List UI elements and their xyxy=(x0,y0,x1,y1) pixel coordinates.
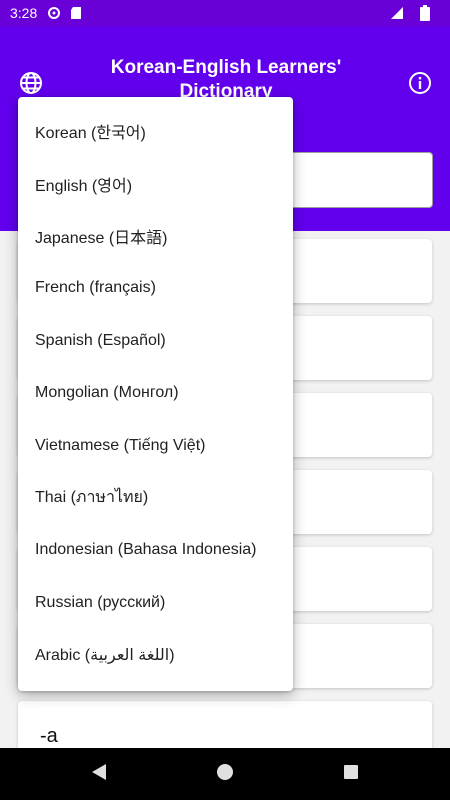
menu-item-thai[interactable]: Thai (ภาษาไทย) xyxy=(18,472,293,524)
home-button[interactable] xyxy=(215,763,235,786)
signal-icon xyxy=(390,6,404,20)
back-button[interactable] xyxy=(89,763,109,786)
list-item-word: -a xyxy=(40,725,58,747)
list-item[interactable]: -a xyxy=(18,701,432,748)
menu-item-russian[interactable]: Russian (русский) xyxy=(18,577,293,629)
app-title: Korean-English Learners' Dictionary xyxy=(110,57,342,100)
menu-item-spanish[interactable]: Spanish (Español) xyxy=(18,315,293,367)
battery-icon xyxy=(418,5,432,21)
info-button[interactable] xyxy=(407,70,433,96)
menu-item-mongolian[interactable]: Mongolian (Монгол) xyxy=(18,367,293,419)
menu-item-korean[interactable]: Korean (한국어) xyxy=(18,105,293,157)
recents-button[interactable] xyxy=(341,764,361,784)
back-triangle-icon xyxy=(91,763,107,786)
info-icon xyxy=(407,72,433,100)
home-circle-icon xyxy=(216,763,234,786)
menu-item-indonesian[interactable]: Indonesian (Bahasa Indonesia) xyxy=(18,524,293,576)
menu-item-french[interactable]: French (français) xyxy=(18,262,293,314)
menu-item-vietnamese[interactable]: Vietnamese (Tiếng Việt) xyxy=(18,419,293,471)
status-bar: 3:28 xyxy=(0,0,450,26)
menu-item-arabic[interactable]: Arabic (اللغة العربية) xyxy=(18,629,293,681)
menu-item-english[interactable]: English (영어) xyxy=(18,157,293,209)
sd-card-icon xyxy=(69,6,83,20)
language-menu: Korean (한국어) English (영어) Japanese (日本語)… xyxy=(18,97,293,691)
navigation-bar xyxy=(0,748,450,800)
menu-item-japanese[interactable]: Japanese (日本語) xyxy=(18,210,293,262)
recents-square-icon xyxy=(343,764,359,785)
status-time: 3:28 xyxy=(10,5,38,21)
language-button[interactable] xyxy=(18,70,44,96)
data-saver-icon xyxy=(47,6,61,20)
